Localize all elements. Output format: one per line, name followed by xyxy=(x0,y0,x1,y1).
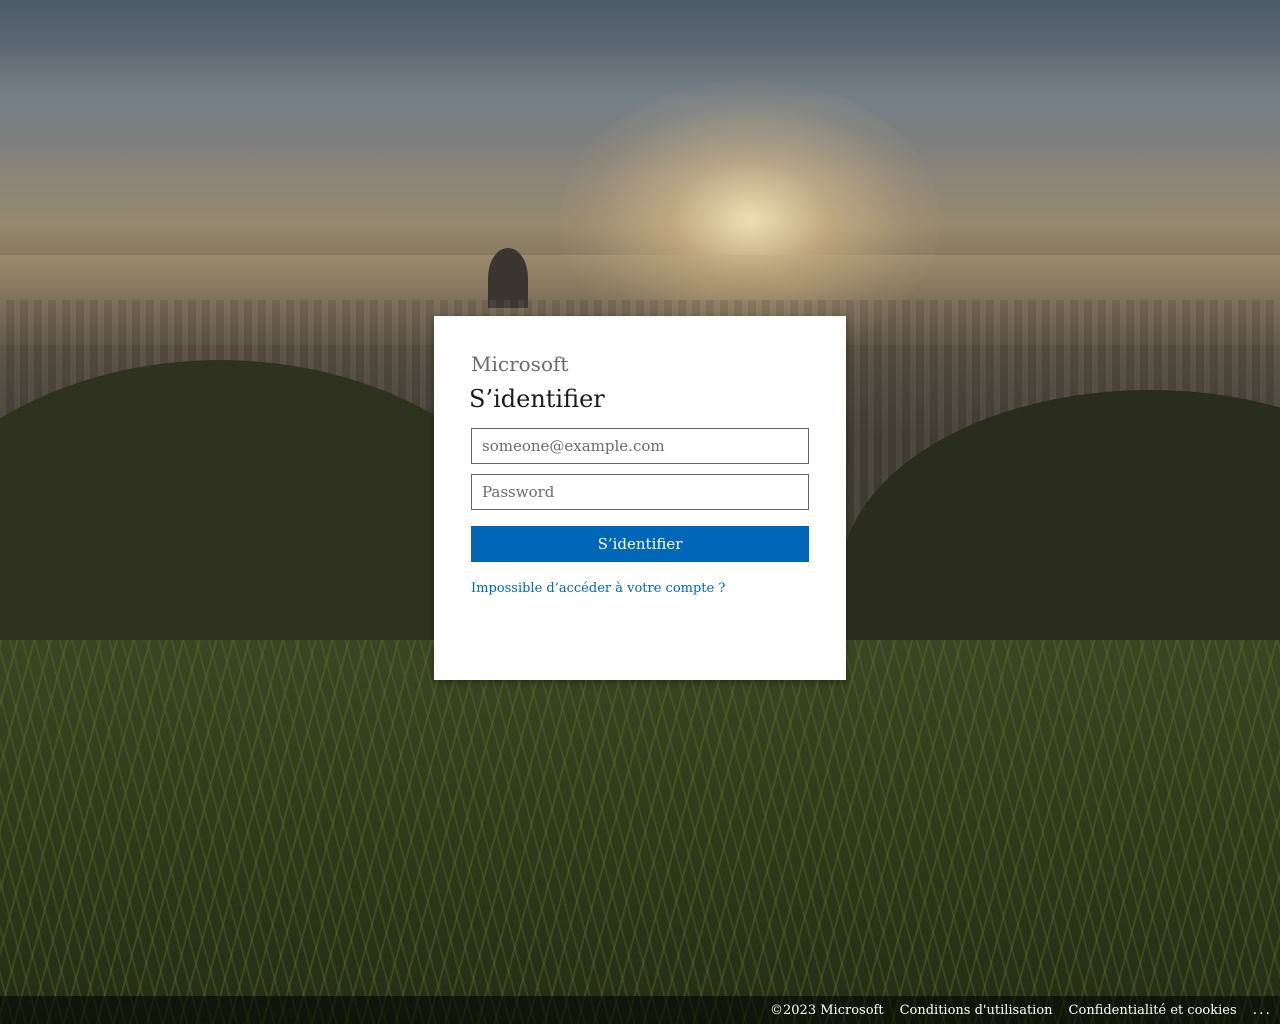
cant-access-account-link[interactable]: Impossible d’accéder à votre compte ? xyxy=(471,581,725,596)
password-field[interactable] xyxy=(471,474,809,510)
mountain-peak xyxy=(488,248,528,308)
signin-button[interactable]: S’identifier xyxy=(471,526,809,562)
page-title: S’identifier xyxy=(469,385,605,413)
terms-link[interactable]: Conditions d'utilisation xyxy=(900,1003,1053,1018)
signin-dialog: Microsoft S’identifier S’identifier Impo… xyxy=(434,316,846,680)
email-field[interactable] xyxy=(471,428,809,464)
more-options-icon[interactable]: ... xyxy=(1253,1002,1272,1018)
privacy-link[interactable]: Confidentialité et cookies xyxy=(1069,1003,1237,1018)
footer: ©2023 Microsoft Conditions d'utilisation… xyxy=(0,996,1280,1024)
grass-foreground xyxy=(0,640,1280,1024)
copyright-text: ©2023 Microsoft xyxy=(770,1002,884,1018)
microsoft-logo: Microsoft xyxy=(471,352,569,376)
